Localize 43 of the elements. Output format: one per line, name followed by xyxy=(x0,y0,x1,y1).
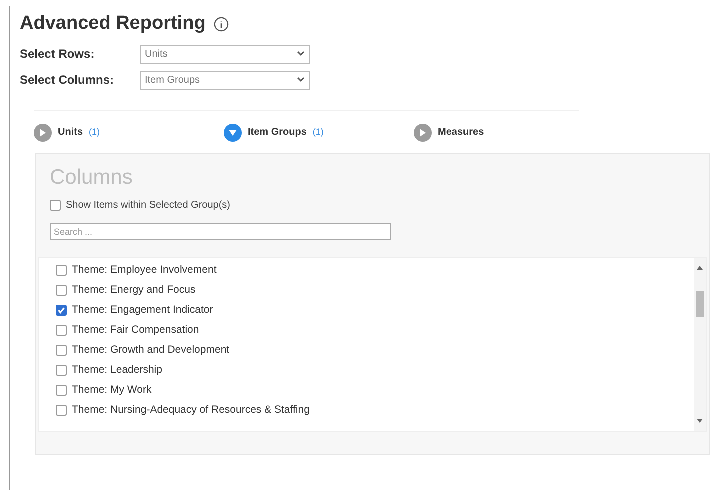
tab[interactable]: Measures xyxy=(414,124,604,142)
checkbox[interactable] xyxy=(56,385,67,396)
item-label: Theme: Leadership xyxy=(72,362,162,378)
item-label: Theme: Engagement Indicator xyxy=(72,302,214,318)
tab-label: Measures xyxy=(438,126,484,140)
item-label: Theme: Nursing-Adequacy of Resources & Staffing xyxy=(72,402,310,418)
select-label: Select Rows: xyxy=(20,46,96,63)
item-label: Theme: Fair Compensation xyxy=(72,322,200,338)
page-title: Advanced Reporting xyxy=(20,12,206,36)
checkbox[interactable] xyxy=(56,365,67,376)
info-icon[interactable] xyxy=(214,16,229,32)
scrollbar[interactable] xyxy=(694,258,706,430)
caret-icon xyxy=(297,51,305,57)
expanded-triangle-icon xyxy=(229,128,237,136)
tab-count: (1) xyxy=(89,126,100,139)
checkbox[interactable] xyxy=(56,285,67,296)
item-label: Theme: Energy and Focus xyxy=(72,282,196,298)
tab[interactable]: Item Groups (1) xyxy=(224,124,414,142)
checkbox[interactable] xyxy=(56,325,67,336)
select-label: Select Columns: xyxy=(20,72,116,89)
caret-icon xyxy=(297,77,305,83)
tab[interactable]: Units (1) xyxy=(34,124,224,142)
checkbox[interactable] xyxy=(56,265,67,276)
dropdown[interactable]: Units xyxy=(140,44,310,64)
tab-label: Item Groups xyxy=(248,126,307,140)
play-triangle-icon xyxy=(419,128,427,136)
search-field[interactable]: Search ... xyxy=(50,223,391,240)
scroll-up-icon[interactable] xyxy=(697,266,703,270)
dropdown[interactable]: Item Groups xyxy=(140,70,310,90)
checkbox[interactable] xyxy=(56,345,67,356)
tab-label: Units xyxy=(58,126,83,140)
scroll-down-icon[interactable] xyxy=(697,418,703,422)
panel-heading: Columns xyxy=(50,164,134,190)
tab-count: (1) xyxy=(312,126,324,139)
item-label: Theme: My Work xyxy=(72,382,152,398)
item-label: Theme: Growth and Development xyxy=(72,342,230,358)
item-label: Theme: Employee Involvement xyxy=(72,262,217,278)
checkbox[interactable] xyxy=(50,200,61,211)
scroll-thumb[interactable] xyxy=(696,290,704,316)
checkbox[interactable] xyxy=(56,305,67,316)
play-triangle-icon xyxy=(39,128,47,136)
checkbox[interactable] xyxy=(56,405,67,416)
checkbox-label: Show Items within Selected Group(s) xyxy=(66,199,231,213)
